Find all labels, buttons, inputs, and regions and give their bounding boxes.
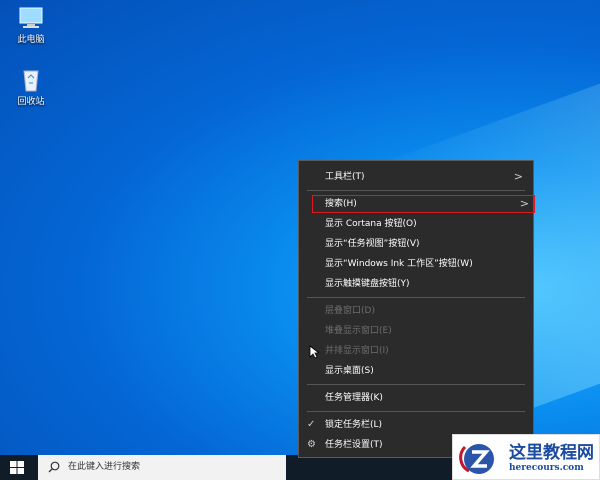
menu-item-show-cortana[interactable]: 显示 Cortana 按钮(O) <box>299 214 533 234</box>
menu-item-side-by-side: 并排显示窗口(I) <box>325 346 389 356</box>
search-placeholder: 在此键入进行搜索 <box>68 462 141 472</box>
menu-item-label: 搜索(H) <box>325 199 357 209</box>
desktop-icon-this-pc[interactable]: 此电脑 <box>6 6 56 45</box>
menu-item-show-desktop[interactable]: 显示桌面(S) <box>299 361 533 381</box>
watermark-url: herecours.com <box>509 463 584 473</box>
menu-item-label: 工具栏(T) <box>325 172 365 182</box>
menu-item-show-touch-keyboard[interactable]: 显示触摸键盘按钮(Y) <box>299 274 533 294</box>
menu-item-lock-taskbar[interactable]: ✓ 锁定任务栏(L) <box>299 415 533 435</box>
search-icon <box>48 461 60 473</box>
menu-item-toolbars[interactable]: 工具栏(T) > <box>299 167 533 187</box>
taskbar-search-box[interactable]: 在此键入进行搜索 <box>38 455 286 480</box>
computer-icon <box>17 6 45 30</box>
menu-item-label: 锁定任务栏(L) <box>325 420 383 430</box>
menu-separator <box>307 297 525 298</box>
menu-item-label: 任务栏设置(T) <box>325 440 383 450</box>
menu-separator <box>307 411 525 412</box>
gear-icon: ⚙ <box>307 439 316 450</box>
menu-item-task-manager[interactable]: 任务管理器(K) <box>299 388 533 408</box>
menu-item-show-task-view[interactable]: 显示“任务视图”按钮(V) <box>299 234 533 254</box>
chevron-right-icon: > <box>513 170 523 183</box>
menu-item-search[interactable]: 搜索(H) > <box>311 194 536 214</box>
menu-item-show-windows-ink[interactable]: 显示“Windows Ink 工作区”按钮(W) <box>299 254 533 274</box>
desktop-icon-label: 回收站 <box>17 97 45 107</box>
recycle-bin-icon <box>17 68 45 92</box>
menu-item-stack: 堆叠显示窗口(E) <box>325 326 392 336</box>
taskbar-context-menu: 工具栏(T) > 搜索(H) > 显示 Cortana 按钮(O) 显示“任务视图”… <box>298 160 536 458</box>
desktop-icon-label: 此电脑 <box>17 35 45 45</box>
watermark-logo: 这里教程网 herecours.com <box>452 434 600 480</box>
menu-separator <box>307 190 525 191</box>
windows-start-icon[interactable] <box>10 461 24 474</box>
checkmark-icon: ✓ <box>307 419 316 430</box>
menu-item-cascade: 层叠窗口(D) <box>325 306 375 316</box>
logo-z-icon <box>459 444 494 474</box>
mouse-cursor-icon <box>309 345 319 359</box>
watermark-title: 这里教程网 <box>509 443 594 463</box>
chevron-right-icon: > <box>519 197 529 210</box>
desktop-icon-recycle-bin[interactable]: 回收站 <box>6 68 56 107</box>
menu-separator <box>307 384 525 385</box>
